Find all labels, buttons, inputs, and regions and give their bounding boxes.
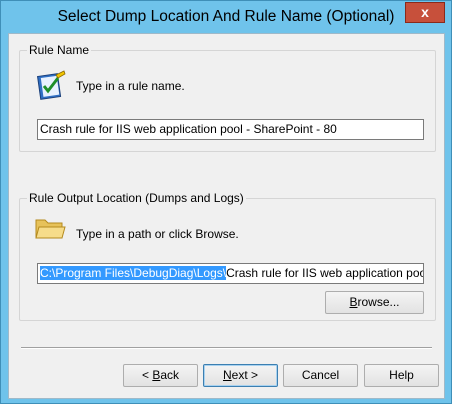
output-path-rest: Crash rule for IIS web application pool … [226, 266, 423, 280]
help-button[interactable]: Help [364, 364, 439, 387]
dialog-title: Select Dump Location And Rule Name (Opti… [57, 8, 395, 25]
notepad-check-icon [34, 69, 68, 106]
folder-icon [34, 215, 66, 244]
title-bar[interactable]: Select Dump Location And Rule Name (Opti… [1, 1, 451, 33]
rule-name-group-label: Rule Name [27, 43, 92, 57]
output-location-group-label: Rule Output Location (Dumps and Logs) [27, 191, 246, 205]
output-location-prompt: Type in a path or click Browse. [76, 227, 239, 241]
output-location-group: Rule Output Location (Dumps and Logs) Ty… [19, 191, 436, 321]
browse-label-mnemonic: B [349, 295, 358, 309]
output-path-selected: C:\Program Files\DebugDiag\Logs\ [40, 266, 227, 280]
footer-separator [21, 347, 432, 349]
rule-name-group: Rule Name Type in a rule name. Crash rul… [19, 43, 436, 152]
back-label-rest: ack [160, 368, 180, 382]
rule-name-field[interactable]: Crash rule for IIS web application pool … [37, 119, 424, 140]
next-label-rest: ext > [231, 368, 259, 382]
rule-name-value: Crash rule for IIS web application pool … [40, 122, 337, 136]
dialog-client: Rule Name Type in a rule name. Crash rul… [8, 33, 445, 399]
close-icon: x [421, 4, 429, 20]
output-path-field[interactable]: C:\Program Files\DebugDiag\Logs\Crash ru… [37, 263, 424, 284]
browse-label-rest: rowse... [357, 295, 400, 309]
back-button[interactable]: < Back [123, 364, 198, 387]
close-button[interactable]: x [405, 2, 445, 23]
next-button[interactable]: Next > [203, 364, 278, 387]
cancel-button[interactable]: Cancel [283, 364, 358, 387]
back-label-pre: < [141, 368, 153, 382]
browse-button[interactable]: Browse... [325, 291, 424, 314]
next-label-mnemonic: N [222, 368, 232, 382]
help-label: Help [389, 368, 414, 382]
dialog-window: Select Dump Location And Rule Name (Opti… [0, 0, 452, 404]
rule-name-prompt: Type in a rule name. [76, 79, 185, 93]
cancel-label: Cancel [301, 368, 340, 382]
